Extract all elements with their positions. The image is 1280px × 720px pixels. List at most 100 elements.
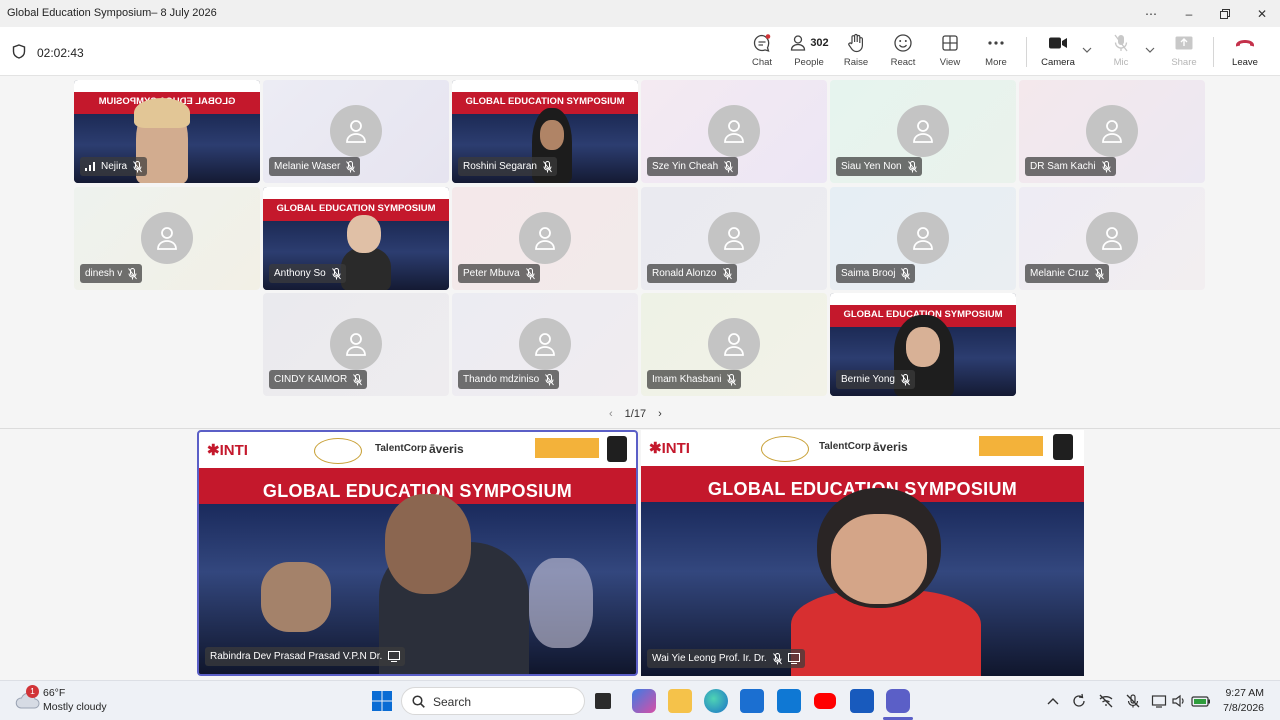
camera-label: Camera: [1041, 57, 1075, 68]
edge-browser-icon[interactable]: [704, 689, 728, 713]
averis-logo: āveris: [873, 440, 908, 454]
store-icon[interactable]: [740, 689, 764, 713]
volume-icon[interactable]: [1171, 693, 1187, 709]
participant-tile[interactable]: CINDY KAIMOR: [263, 293, 449, 396]
share-label: Share: [1171, 57, 1197, 68]
avatar: [1086, 104, 1138, 157]
clock-time[interactable]: 9:27 AM: [1214, 687, 1264, 699]
raise-label: Raise: [843, 57, 869, 68]
participant-name: Ronald Alonzo: [652, 268, 717, 279]
avatar: [708, 104, 760, 157]
chat-button[interactable]: Chat: [744, 32, 780, 74]
task-view-icon[interactable]: [595, 693, 611, 709]
participant-tile[interactable]: Melanie Waser: [263, 80, 449, 183]
person-placeholder-icon: [346, 332, 366, 356]
participant-tile[interactable]: dinesh v: [74, 187, 260, 290]
mic-muted-tray-icon[interactable]: [1125, 693, 1141, 709]
chevron-up-icon[interactable]: [1045, 693, 1061, 709]
banner-text: GLOBAL EDUCATION SYMPOSIUM: [465, 96, 625, 107]
avatar: [897, 211, 949, 264]
leave-button[interactable]: Leave: [1228, 32, 1262, 74]
avatar: [1086, 211, 1138, 264]
spotlight-tile[interactable]: ✱INTI TalentCorp āveris GLOBAL EDUCATION…: [197, 430, 638, 676]
participant-tile[interactable]: DR Sam Kachi: [1019, 80, 1205, 183]
participant-name: CINDY KAIMOR: [274, 374, 348, 385]
hair-shape: [134, 98, 190, 128]
word-icon[interactable]: [850, 689, 874, 713]
participant-tile[interactable]: Ronald Alonzo: [641, 187, 827, 290]
outlook-icon[interactable]: [777, 689, 801, 713]
copilot-icon[interactable]: [632, 689, 656, 713]
participant-tile[interactable]: Imam Khasbani: [641, 293, 827, 396]
averis-logo: āveris: [429, 442, 464, 456]
camera-options-chevron-icon[interactable]: [1082, 47, 1092, 53]
mic-options-chevron-icon[interactable]: [1145, 47, 1155, 53]
participant-tile[interactable]: Peter Mbuva: [452, 187, 638, 290]
grid-view-icon: [942, 35, 958, 51]
participant-name: Wai Yie Leong Prof. Ir. Dr.: [652, 653, 767, 664]
face-shape: [347, 215, 381, 253]
rankings-logo: [535, 438, 599, 458]
person-placeholder-icon: [1102, 226, 1122, 250]
face-shape: [385, 494, 471, 594]
close-button[interactable]: ✕: [1250, 4, 1274, 24]
more-button[interactable]: More: [980, 32, 1012, 74]
participant-tile[interactable]: Sze Yin Cheah: [641, 80, 827, 183]
display-icon[interactable]: [1151, 693, 1167, 709]
participant-tile[interactable]: GLOBAL EDUCATION SYMPOSIUM Bernie Yong: [830, 293, 1016, 396]
participant-name-tag: Peter Mbuva: [458, 264, 540, 283]
event-banner: [452, 80, 638, 92]
participant-tile[interactable]: Melanie Cruz: [1019, 187, 1205, 290]
stage-divider: [0, 428, 1280, 429]
previous-page-icon[interactable]: ‹: [609, 408, 613, 420]
participant-tile[interactable]: Thando mdziniso: [452, 293, 638, 396]
person-placeholder-icon: [157, 226, 177, 250]
spotlight-tile[interactable]: ✱INTI TalentCorp āveris GLOBAL EDUCATION…: [641, 430, 1084, 676]
people-button[interactable]: 302 People: [787, 32, 831, 74]
react-button[interactable]: React: [887, 32, 919, 74]
maximize-button[interactable]: [1213, 4, 1237, 24]
mic-muted-icon: [331, 267, 341, 279]
teams-icon[interactable]: [886, 689, 910, 713]
mic-label: Mic: [1113, 57, 1129, 68]
clock-date[interactable]: 7/8/2026: [1214, 702, 1264, 714]
participant-tile[interactable]: Saima Brooj: [830, 187, 1016, 290]
share-button[interactable]: Share: [1169, 32, 1199, 74]
windows-start-icon[interactable]: [370, 689, 394, 713]
mic-muted-icon: [543, 160, 552, 172]
mic-muted-icon: [353, 373, 363, 385]
react-label: React: [890, 57, 916, 68]
chat-icon: [753, 34, 771, 52]
next-page-icon[interactable]: ›: [658, 408, 662, 420]
participant-name: Thando mdziniso: [463, 374, 540, 385]
sync-icon[interactable]: [1071, 693, 1087, 709]
participant-tile[interactable]: GLOBAL EDUCATION SYMPOSIUM Roshini Segar…: [452, 80, 638, 183]
person-placeholder-icon: [913, 119, 933, 143]
participant-tile[interactable]: GLOBAL EDUCA SYMPOSIUM Nejira: [74, 80, 260, 183]
meeting-timer: 02:02:43: [37, 46, 84, 60]
network-icon[interactable]: [1098, 693, 1114, 709]
battery-icon[interactable]: [1191, 693, 1211, 709]
mic-button[interactable]: Mic: [1106, 32, 1136, 74]
search-label: Search: [433, 695, 472, 709]
meeting-stage: GLOBAL EDUCA SYMPOSIUM Nejira Melanie Wa…: [0, 76, 1280, 680]
raise-hand-icon: [848, 33, 863, 53]
taskbar-search[interactable]: Search: [401, 687, 585, 715]
participant-name-tag: Anthony So: [269, 264, 346, 283]
avatar: [141, 211, 193, 264]
participant-name-tag: Rabindra Dev Prasad Prasad V.P.N Dr.: [205, 647, 406, 666]
camera-button[interactable]: Camera: [1040, 32, 1076, 74]
raise-hand-button[interactable]: Raise: [840, 32, 872, 74]
file-explorer-icon[interactable]: [668, 689, 692, 713]
minimize-button[interactable]: –: [1177, 4, 1201, 24]
participant-name: Melanie Cruz: [1030, 268, 1089, 279]
view-button[interactable]: View: [934, 32, 966, 74]
more-options-icon[interactable]: ⋯: [1139, 4, 1163, 24]
participant-tile[interactable]: GLOBAL EDUCATION SYMPOSIUM Anthony So: [263, 187, 449, 290]
youtube-icon[interactable]: [814, 693, 836, 709]
participant-tile[interactable]: Siau Yen Non: [830, 80, 1016, 183]
title-bar: Global Education Symposium– 8 July 2026 …: [0, 0, 1280, 27]
meeting-toolbar: 02:02:43 Chat 302 People Raise React Vie…: [0, 27, 1280, 76]
toolbar-separator: [1026, 37, 1027, 67]
weather-badge: 1: [26, 685, 39, 698]
